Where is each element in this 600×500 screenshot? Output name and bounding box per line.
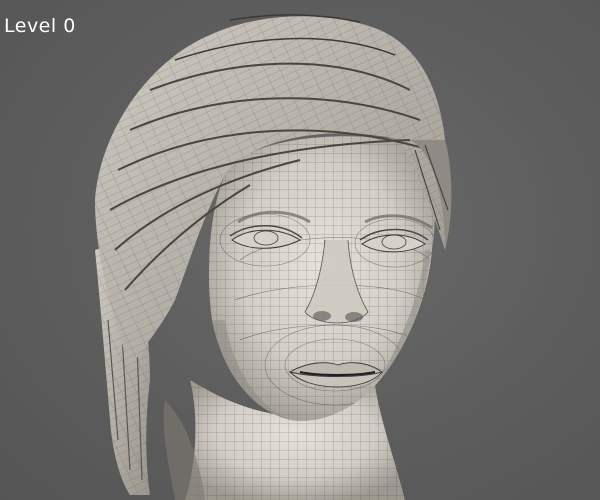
- head-mesh-render[interactable]: [0, 0, 600, 500]
- 3d-viewport[interactable]: Level 0: [0, 0, 600, 500]
